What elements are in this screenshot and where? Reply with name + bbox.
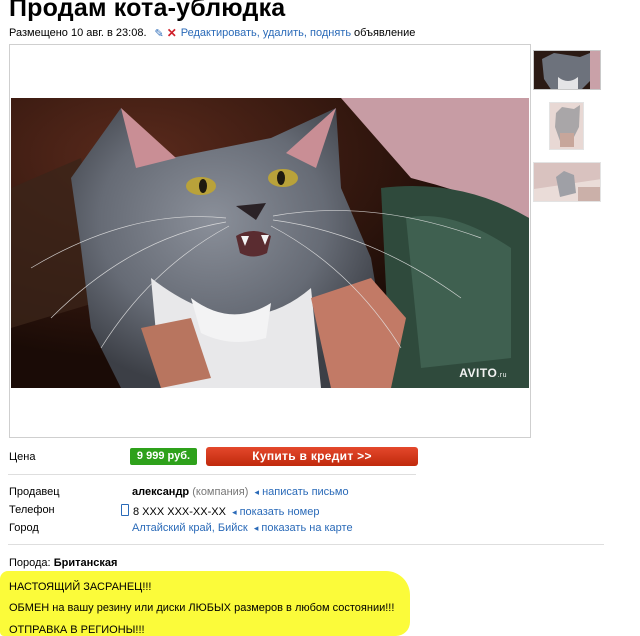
pencil-icon[interactable]: ✎ xyxy=(155,27,164,40)
thumbnail-1[interactable] xyxy=(533,50,601,90)
price-badge: 9 999 руб. xyxy=(130,448,197,465)
city-name[interactable]: Алтайский край, Бийск xyxy=(132,522,248,534)
write-message-link[interactable]: написать письмо xyxy=(262,486,349,498)
posted-date: Размещено 10 авг. в 23:08. xyxy=(9,27,147,39)
breed-row: Порода: Британская xyxy=(9,557,117,569)
price-label: Цена xyxy=(9,451,36,463)
edit-ad-link[interactable]: Редактировать, удалить, поднять xyxy=(181,27,351,39)
phone-number: 8 XXX XXX-XX-XX xyxy=(133,506,226,518)
description-line: ОБМЕН на вашу резину или диски ЛЮБЫХ раз… xyxy=(9,602,395,614)
show-on-map-link[interactable]: показать на карте xyxy=(261,522,352,534)
seller-type: (компания) xyxy=(192,486,249,498)
delete-icon[interactable]: ✕ xyxy=(167,26,177,40)
breed-value: Британская xyxy=(53,557,118,569)
cat-photo xyxy=(11,98,529,388)
ad-title: Продам кота-ублюдка xyxy=(9,0,286,22)
description-line: ОТПРАВКА В РЕГИОНЫ!!! xyxy=(9,624,145,636)
seller-label: Продавец xyxy=(9,486,60,498)
divider xyxy=(8,544,604,545)
edit-suffix: объявление xyxy=(354,27,416,39)
main-photo[interactable]: AVITO.ru xyxy=(11,98,529,388)
thumbnail-3[interactable] xyxy=(533,162,601,202)
description-line: НАСТОЯЩИЙ ЗАСРАНЕЦ!!! xyxy=(9,581,152,593)
ad-meta: Размещено 10 авг. в 23:08. ✎ ✕ Редактиро… xyxy=(9,26,415,40)
seller-name: александр xyxy=(132,486,190,498)
buy-on-credit-button[interactable]: Купить в кредит >> xyxy=(206,447,418,466)
avito-watermark: AVITO.ru xyxy=(459,366,507,380)
phone-icon xyxy=(121,504,129,516)
phone-label: Телефон xyxy=(9,504,55,516)
city-info: Алтайский край, Бийск ◂ показать на карте xyxy=(132,522,353,534)
seller-info: александр (компания) ◂ написать письмо xyxy=(132,486,349,498)
divider xyxy=(8,474,416,475)
city-label: Город xyxy=(9,522,39,534)
phone-info: 8 XXX XXX-XX-XX ◂ показать номер xyxy=(121,504,319,518)
main-photo-frame: AVITO.ru xyxy=(9,44,531,438)
thumbnail-2[interactable] xyxy=(549,102,584,150)
show-phone-link[interactable]: показать номер xyxy=(240,506,320,518)
breed-label: Порода: xyxy=(9,557,51,569)
